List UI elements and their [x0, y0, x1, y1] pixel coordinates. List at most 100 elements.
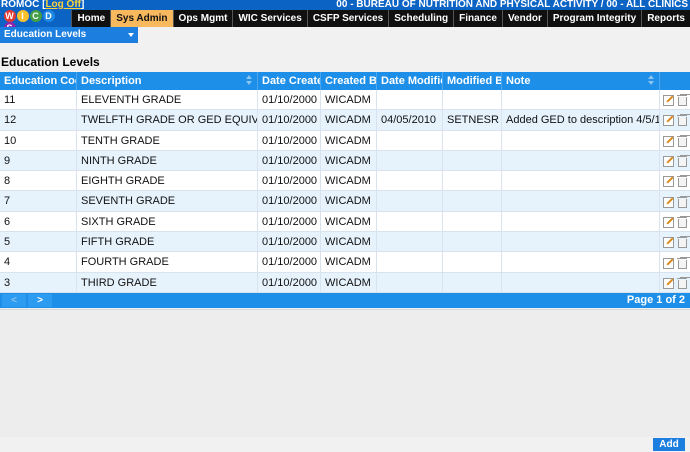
- tab-finance[interactable]: Finance: [453, 10, 502, 27]
- tab-vendor[interactable]: Vendor: [501, 10, 547, 27]
- tab-ops-mgmt[interactable]: Ops Mgmt: [172, 10, 233, 27]
- cell-date-modified: [377, 130, 443, 150]
- table-row[interactable]: 7 SEVENTH GRADE 01/10/2000 WICADM: [0, 191, 690, 212]
- edit-icon[interactable]: [663, 216, 674, 228]
- cell-date-created: 01/10/2000: [258, 272, 321, 292]
- cell-date-modified: [377, 191, 443, 211]
- delete-icon[interactable]: [677, 196, 687, 208]
- add-button[interactable]: Add: [653, 438, 685, 451]
- cell-note: [502, 252, 660, 272]
- table-row[interactable]: 4 FOURTH GRADE 01/10/2000 WICADM: [0, 252, 690, 273]
- cell-date-created: 01/10/2000: [258, 150, 321, 171]
- cell-modified-by: [443, 130, 502, 150]
- cell-date-created: 01/10/2000: [258, 90, 321, 110]
- tab-wic-services[interactable]: WIC Services: [232, 10, 307, 27]
- cell-note: [502, 191, 660, 211]
- cell-modified-by: [443, 252, 502, 272]
- cell-created-by: WICADM: [321, 110, 377, 130]
- section-dropdown[interactable]: Education Levels: [0, 27, 138, 43]
- cell-created-by: WICADM: [321, 130, 377, 150]
- table-row[interactable]: 10 TENTH GRADE 01/10/2000 WICADM: [0, 130, 690, 151]
- column-header-description[interactable]: Description: [77, 72, 258, 90]
- table-row[interactable]: 9 NINTH GRADE 01/10/2000 WICADM: [0, 150, 690, 172]
- column-header-date-created[interactable]: Date Created: [258, 72, 321, 90]
- tab-csfp-services[interactable]: CSFP Services: [306, 10, 389, 27]
- tab-reports[interactable]: Reports: [641, 10, 690, 27]
- logo-letter: I: [17, 10, 29, 22]
- table-row[interactable]: 3 THIRD GRADE 01/10/2000 WICADM: [0, 272, 690, 293]
- page-title: Education Levels: [1, 55, 100, 69]
- column-header-education-code[interactable]: Education Code: [0, 72, 77, 90]
- delete-icon[interactable]: [677, 94, 687, 107]
- cell-date-modified: [377, 150, 443, 171]
- cell-note: [502, 90, 660, 110]
- cell-modified-by: [443, 232, 502, 252]
- column-header-label: Date Created: [262, 75, 320, 87]
- edit-icon[interactable]: [663, 114, 674, 127]
- cell-education-code: 12: [0, 110, 77, 130]
- cell-description: EIGHTH GRADE: [77, 171, 258, 191]
- column-header-label: Modified By: [447, 75, 501, 87]
- education-levels-grid: Education Code Description Date Created …: [0, 72, 690, 308]
- edit-icon[interactable]: [663, 155, 674, 168]
- cell-note: [502, 130, 660, 150]
- edit-icon[interactable]: [663, 277, 674, 289]
- edit-icon[interactable]: [663, 236, 674, 249]
- row-actions: [660, 171, 690, 190]
- delete-icon[interactable]: [677, 236, 687, 249]
- cell-date-created: 01/10/2000: [258, 211, 321, 232]
- delete-icon[interactable]: [677, 175, 687, 188]
- cell-note: [502, 272, 660, 292]
- cell-note: [502, 211, 660, 232]
- column-header-label: Education Code: [4, 75, 76, 87]
- row-actions: [660, 212, 690, 231]
- row-actions: [660, 90, 690, 109]
- cell-created-by: WICADM: [321, 191, 377, 211]
- cell-education-code: 5: [0, 232, 77, 252]
- edit-icon[interactable]: [663, 94, 674, 107]
- table-row[interactable]: 5 FIFTH GRADE 01/10/2000 WICADM: [0, 232, 690, 253]
- delete-icon[interactable]: [677, 155, 687, 168]
- tab-home[interactable]: Home: [71, 10, 111, 27]
- edit-icon[interactable]: [663, 175, 674, 188]
- table-row[interactable]: 12TWELFTH GRADE OR GED EQUIVALENT01/10/2…: [0, 110, 690, 131]
- cell-created-by: WICADM: [321, 150, 377, 171]
- cell-date-modified: [377, 211, 443, 232]
- delete-icon[interactable]: [677, 135, 687, 147]
- cell-modified-by: [443, 191, 502, 211]
- cell-created-by: WICADM: [321, 232, 377, 252]
- column-header-modified-by[interactable]: Modified By: [443, 72, 502, 90]
- prev-page-button[interactable]: <: [2, 293, 26, 307]
- row-actions: [660, 252, 690, 271]
- delete-icon[interactable]: [677, 257, 687, 269]
- cell-date-modified: 04/05/2010: [377, 110, 443, 130]
- delete-icon[interactable]: [677, 114, 687, 127]
- row-actions: [660, 232, 690, 251]
- table-row[interactable]: 6 SIXTH GRADE 01/10/2000 WICADM: [0, 211, 690, 233]
- logoff-link[interactable]: Log Off: [45, 0, 81, 10]
- cell-modified-by: [443, 150, 502, 171]
- edit-icon[interactable]: [663, 135, 674, 147]
- cell-description: TENTH GRADE: [77, 130, 258, 150]
- tab-program-integrity[interactable]: Program Integrity: [546, 10, 642, 27]
- next-page-button[interactable]: >: [28, 293, 52, 307]
- column-header-created-by[interactable]: Created By: [321, 72, 377, 90]
- table-row[interactable]: 11 ELEVENTH GRADE 01/10/2000 WICADM: [0, 90, 690, 111]
- section-dropdown-value: Education Levels: [4, 29, 87, 40]
- logo-letter: W: [4, 10, 16, 22]
- column-header-date-modified[interactable]: Date Modified: [377, 72, 443, 90]
- edit-icon[interactable]: [663, 196, 674, 208]
- cell-modified-by: [443, 171, 502, 191]
- cell-created-by: WICADM: [321, 272, 377, 292]
- tab-sys-admin[interactable]: Sys Admin: [110, 10, 173, 27]
- cell-date-created: 01/10/2000: [258, 130, 321, 150]
- tab-scheduling[interactable]: Scheduling: [388, 10, 454, 27]
- delete-icon[interactable]: [677, 277, 687, 289]
- table-row[interactable]: 8 EIGHTH GRADE 01/10/2000 WICADM: [0, 171, 690, 192]
- edit-icon[interactable]: [663, 257, 674, 269]
- cell-note: [502, 232, 660, 252]
- column-header-label: Description: [81, 75, 142, 87]
- delete-icon[interactable]: [677, 216, 687, 228]
- column-header-note[interactable]: Note: [502, 72, 660, 90]
- cell-note: [502, 150, 660, 171]
